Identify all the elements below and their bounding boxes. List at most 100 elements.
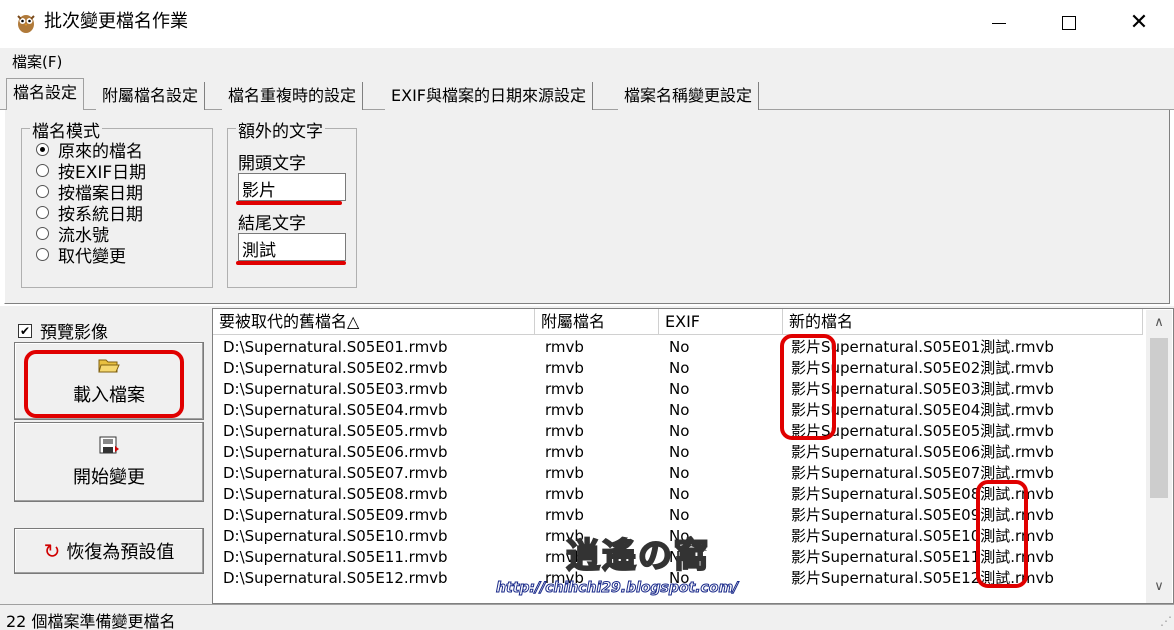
menu-bar: 檔案(F) xyxy=(0,48,1174,74)
scroll-thumb[interactable] xyxy=(1150,338,1168,498)
cell-old-name: D:\Supernatural.S05E10.rmvb xyxy=(223,527,448,545)
preview-checkbox[interactable]: ✔ xyxy=(18,323,32,338)
cell-old-name: D:\Supernatural.S05E05.rmvb xyxy=(223,422,448,440)
cell-extension: rmvb xyxy=(545,359,584,377)
cell-old-name: D:\Supernatural.S05E11.rmvb xyxy=(223,548,448,566)
owl-icon xyxy=(17,15,35,33)
radio-button-checked[interactable] xyxy=(36,143,49,156)
cell-extension: rmvb xyxy=(545,422,584,440)
radio-file-date[interactable]: 按檔案日期 xyxy=(36,181,143,204)
suffix-label: 結尾文字 xyxy=(238,214,306,234)
cell-exif: No xyxy=(669,464,690,482)
title-bar: 批次變更檔名作業 ✕ xyxy=(0,0,1174,46)
maximize-button[interactable] xyxy=(1034,0,1104,46)
maximize-icon xyxy=(1062,16,1076,30)
start-rename-label: 開始變更 xyxy=(73,466,145,488)
cell-old-name: D:\Supernatural.S05E01.rmvb xyxy=(223,338,448,356)
radio-exif-date[interactable]: 按EXIF日期 xyxy=(36,160,146,183)
extra-text-legend: 額外的文字 xyxy=(236,117,325,142)
radio-label: 取代變更 xyxy=(58,247,126,267)
cell-exif: No xyxy=(669,485,690,503)
table-row[interactable]: D:\Supernatural.S05E01.rmvb rmvb No 影片Super… xyxy=(213,337,1143,358)
save-disk-icon xyxy=(98,436,120,461)
table-row[interactable]: D:\Supernatural.S05E02.rmvb rmvb No 影片Super… xyxy=(213,358,1143,379)
cell-exif: No xyxy=(669,338,690,356)
scroll-down-icon[interactable]: ∨ xyxy=(1146,576,1172,598)
table-row[interactable]: D:\Supernatural.S05E03.rmvb rmvb No 影片Super… xyxy=(213,379,1143,400)
close-button[interactable]: ✕ xyxy=(1104,0,1174,46)
load-button-highlight xyxy=(24,350,184,418)
list-header: 要被取代的舊檔名△ 附屬檔名 EXIF 新的檔名 xyxy=(213,309,1143,335)
radio-button[interactable] xyxy=(36,164,49,177)
cell-new-name: 影片Supernatural.S05E06測試.rmvb xyxy=(791,443,1054,461)
cell-old-name: D:\Supernatural.S05E04.rmvb xyxy=(223,401,448,419)
watermark-logo: 逍遙の窩 xyxy=(565,535,710,577)
menu-file[interactable]: 檔案(F) xyxy=(12,51,62,72)
table-row[interactable]: D:\Supernatural.S05E04.rmvb rmvb No 影片Super… xyxy=(213,400,1143,421)
radio-system-date[interactable]: 按系統日期 xyxy=(36,202,143,225)
column-new-name[interactable]: 新的檔名 xyxy=(783,309,1143,335)
column-exif[interactable]: EXIF xyxy=(659,309,783,335)
status-text: 22 個檔案準備變更檔名 xyxy=(6,612,176,630)
cell-old-name: D:\Supernatural.S05E08.rmvb xyxy=(223,485,448,503)
cell-extension: rmvb xyxy=(545,338,584,356)
tab-exif-date-settings[interactable]: EXIF與檔案的日期來源設定 xyxy=(385,82,593,110)
suffix-input[interactable]: 測試 xyxy=(238,233,346,261)
refresh-icon: ↻ xyxy=(43,539,61,563)
cell-extension: rmvb xyxy=(545,485,584,503)
start-rename-button[interactable]: 開始變更 xyxy=(14,422,204,502)
close-icon: ✕ xyxy=(1129,10,1149,35)
table-row[interactable]: D:\Supernatural.S05E05.rmvb rmvb No 影片Super… xyxy=(213,421,1143,442)
radio-button[interactable] xyxy=(36,248,49,261)
restore-defaults-label: 恢復為預設值 xyxy=(66,542,175,563)
cell-extension: rmvb xyxy=(545,506,584,524)
restore-defaults-button[interactable]: ↻ 恢復為預設值 xyxy=(14,528,204,574)
column-extension[interactable]: 附屬檔名 xyxy=(535,309,659,335)
tab-extension-settings[interactable]: 附屬檔名設定 xyxy=(96,82,206,110)
cell-extension: rmvb xyxy=(545,401,584,419)
cell-old-name: D:\Supernatural.S05E09.rmvb xyxy=(223,506,448,524)
cell-exif: No xyxy=(669,443,690,461)
tab-rename-settings[interactable]: 檔案名稱變更設定 xyxy=(618,82,760,110)
suffix-column-highlight xyxy=(976,480,1028,588)
cell-exif: No xyxy=(669,506,690,524)
radio-replace[interactable]: 取代變更 xyxy=(36,244,126,267)
prefix-label: 開頭文字 xyxy=(238,154,306,174)
watermark-url: http://chihchi29.blogspot.com/ xyxy=(495,580,739,597)
radio-button[interactable] xyxy=(36,185,49,198)
watermark: 逍遙の窩 http://chihchi29.blogspot.com/ xyxy=(495,528,786,600)
suffix-highlight-underline xyxy=(236,261,346,265)
minimize-button[interactable] xyxy=(964,0,1034,46)
radio-serial-number[interactable]: 流水號 xyxy=(36,223,109,246)
cell-exif: No xyxy=(669,380,690,398)
name-mode-group: 檔名模式 原來的檔名 按EXIF日期 按檔案日期 按系統日期 流水號 取代變更 xyxy=(21,117,213,288)
prefix-highlight-underline xyxy=(236,201,342,205)
cell-old-name: D:\Supernatural.S05E02.rmvb xyxy=(223,359,448,377)
tab-duplicate-settings[interactable]: 檔名重複時的設定 xyxy=(222,82,364,110)
vertical-scrollbar[interactable]: ∧ ∨ xyxy=(1146,310,1172,603)
cell-old-name: D:\Supernatural.S05E03.rmvb xyxy=(223,380,448,398)
cell-exif: No xyxy=(669,422,690,440)
radio-original-name[interactable]: 原來的檔名 xyxy=(36,139,143,162)
cell-exif: No xyxy=(669,401,690,419)
scroll-up-icon[interactable]: ∧ xyxy=(1146,312,1172,334)
preview-checkbox-row[interactable]: ✔ 預覽影像 xyxy=(18,318,108,343)
window-title: 批次變更檔名作業 xyxy=(44,11,188,32)
table-row[interactable]: D:\Supernatural.S05E06.rmvb rmvb No 影片Super… xyxy=(213,442,1143,463)
cell-extension: rmvb xyxy=(545,464,584,482)
settings-panel: 檔名模式 原來的檔名 按EXIF日期 按檔案日期 按系統日期 流水號 取代變更 … xyxy=(4,110,1170,304)
extra-text-group: 額外的文字 開頭文字 影片 結尾文字 測試 xyxy=(227,117,357,288)
prefix-input[interactable]: 影片 xyxy=(238,173,346,201)
cell-extension: rmvb xyxy=(545,443,584,461)
preview-label: 預覽影像 xyxy=(40,323,108,343)
minimize-icon xyxy=(992,22,1006,24)
prefix-column-highlight xyxy=(780,334,836,440)
radio-button[interactable] xyxy=(36,227,49,240)
cell-extension: rmvb xyxy=(545,380,584,398)
cell-old-name: D:\Supernatural.S05E06.rmvb xyxy=(223,443,448,461)
tab-filename-settings[interactable]: 檔名設定 xyxy=(6,78,85,111)
resize-grip-icon[interactable]: ⋰ xyxy=(1160,614,1172,628)
status-bar: 22 個檔案準備變更檔名 ⋰ xyxy=(0,604,1174,630)
radio-button[interactable] xyxy=(36,206,49,219)
column-old-name[interactable]: 要被取代的舊檔名△ xyxy=(213,309,535,335)
